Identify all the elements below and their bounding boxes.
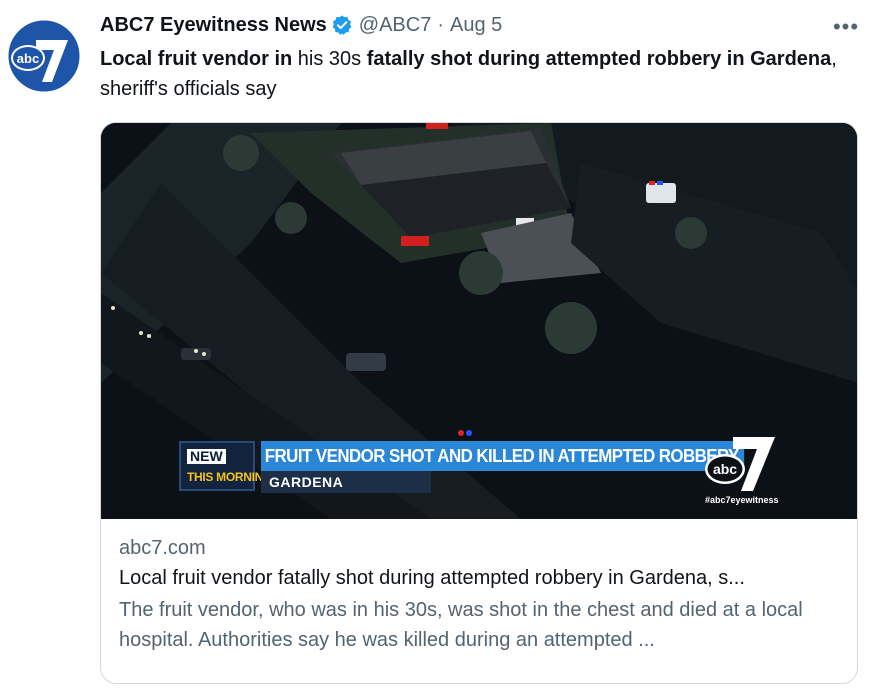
tweet-text-segment: his 30s	[292, 48, 367, 70]
card-domain: abc7.com	[119, 537, 206, 559]
card-image[interactable]: NEW THIS MORNING FRUIT VENDOR SHOT AND K…	[101, 123, 857, 519]
card-body[interactable]: abc7.com Local fruit vendor fatally shot…	[101, 519, 857, 655]
link-card[interactable]: NEW THIS MORNING FRUIT VENDOR SHOT AND K…	[100, 122, 858, 684]
tweet[interactable]: abc ABC7 Eyewitness News @ABC7 · Aug 5 •…	[0, 0, 883, 697]
new-label: NEW	[187, 449, 226, 464]
separator-dot: ·	[437, 13, 444, 36]
timestamp[interactable]: Aug 5	[450, 14, 502, 37]
handle[interactable]: @ABC7	[359, 14, 432, 37]
verified-badge-icon	[331, 14, 353, 36]
more-options-icon[interactable]: •••	[833, 14, 859, 40]
tweet-text-segment: Local fruit vendor in	[100, 48, 293, 70]
headline-banner: FRUIT VENDOR SHOT AND KILLED IN ATTEMPTE…	[261, 441, 745, 471]
card-description: The fruit vendor, who was in his 30s, wa…	[119, 599, 803, 651]
card-title: Local fruit vendor fatally shot during a…	[119, 567, 745, 589]
abc7-bug-icon: abc	[705, 437, 775, 491]
display-name[interactable]: ABC7 Eyewitness News	[100, 14, 327, 37]
abc7-logo-icon[interactable]: abc	[6, 18, 82, 94]
tweet-header: ABC7 Eyewitness News @ABC7 · Aug 5	[100, 8, 859, 42]
this-morning-label: THIS MORNING	[187, 470, 273, 484]
location-banner: GARDENA	[261, 471, 431, 493]
tweet-text-segment: fatally shot during attempted robbery in…	[366, 48, 832, 70]
new-tag: NEW THIS MORNING	[179, 441, 272, 491]
bug-abc-text: abc	[713, 461, 737, 477]
tweet-text: Local fruit vendor in his 30s fatally sh…	[100, 44, 859, 104]
svg-text:abc: abc	[17, 51, 39, 66]
station-bug: abc #abc7eyewitness	[703, 433, 779, 509]
hashtag-label: #abc7eyewitness	[705, 495, 779, 505]
